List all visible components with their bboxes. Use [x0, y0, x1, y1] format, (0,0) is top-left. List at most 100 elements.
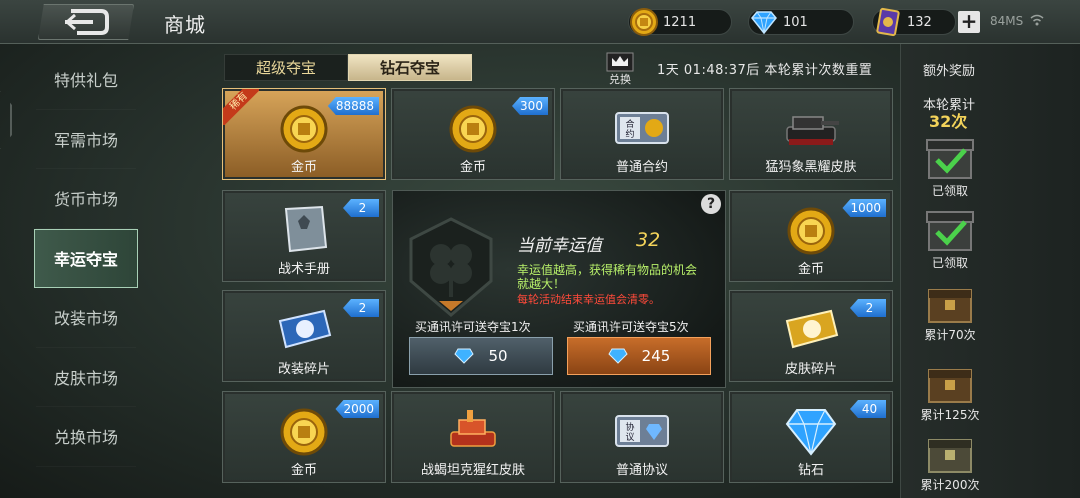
reset-timer: 1天 01:48:37后 本轮累计次数重置 [657, 63, 873, 78]
reward-label: 已领取 [931, 256, 968, 270]
chest-icon [928, 289, 972, 323]
sidebar-item-mod-market[interactable]: 改装市场 [36, 288, 136, 348]
wifi-icon [1030, 14, 1044, 26]
prize-card[interactable]: 稀有 88888 金币 [222, 88, 386, 180]
buy-once-caption: 买通讯许可送夺宝1次 [415, 320, 531, 334]
ticket-balance-value: 132 [907, 14, 932, 30]
reward-label: 累计70次 [924, 328, 976, 342]
sidebar-nav: 特供礼包 军需市场 货币市场 幸运夺宝 改装市场 皮肤市场 兑换市场 [34, 50, 138, 467]
ticket-balance: 132 [872, 7, 956, 37]
buy-five-caption: 买通讯许可送夺宝5次 [573, 320, 689, 334]
luck-description: 幸运值越高，获得稀有物品的机会就越大！ [517, 263, 698, 291]
diamond-icon [785, 409, 837, 456]
prize-card[interactable]: 1000 金币 [729, 190, 893, 282]
gold-coin-icon [630, 8, 658, 36]
sidebar-item-exchange-market[interactable]: 兑换市场 [36, 407, 136, 467]
sidebar-item-skin-market[interactable]: 皮肤市场 [36, 348, 136, 408]
prize-card[interactable]: 300 金币 [391, 88, 555, 180]
reward-chest[interactable]: 累计125次 [919, 360, 981, 423]
svg-text:协: 协 [625, 421, 634, 433]
prize-card[interactable]: 2 战术手册 [222, 190, 386, 282]
quantity-badge: 88888 [327, 97, 379, 115]
diamond-icon [454, 348, 475, 364]
luck-value: 32 [636, 229, 661, 251]
prize-name: 普通合约 [615, 160, 668, 175]
gold-balance-value: 1211 [663, 14, 697, 30]
add-currency-button[interactable]: + [958, 11, 980, 33]
chest-open-icon [926, 211, 974, 251]
prize-card[interactable]: 2000 金币 [222, 391, 386, 483]
prize-name: 皮肤碎片 [784, 362, 837, 377]
quantity-badge: 40 [850, 400, 886, 418]
gold-balance: 1211 [628, 8, 732, 36]
card-ticket-icon [876, 7, 900, 37]
mod-fragment-icon [278, 309, 332, 349]
exchange-button[interactable]: 兑换 [603, 51, 637, 86]
gold-coin-icon [280, 408, 328, 456]
prize-card[interactable]: 战蝎坦克猩红皮肤 [391, 391, 555, 483]
diamond-icon [751, 11, 777, 35]
rare-tag: 稀有 [223, 89, 259, 125]
back-arrow-icon [65, 9, 109, 35]
protocol-icon: 协 议 [615, 415, 669, 447]
sidebar-item-lucky-draw[interactable]: 幸运夺宝 [34, 228, 138, 288]
prize-name: 改装碎片 [277, 362, 330, 377]
prize-card[interactable]: 40 钻石 [729, 391, 893, 483]
page-title: 商城 [164, 13, 206, 37]
reward-chest-claimed[interactable]: 已领取 [919, 136, 981, 199]
sidebar-item-currency-market[interactable]: 货币市场 [36, 169, 136, 229]
prize-name: 金币 [290, 463, 317, 478]
svg-text:议: 议 [625, 432, 634, 443]
gold-coin-icon [787, 207, 835, 255]
svg-text:约: 约 [625, 128, 634, 140]
exchange-label: 兑换 [609, 73, 631, 86]
tab-super-draw[interactable]: 超级夺宝 [224, 54, 348, 81]
prize-name: 猛犸象黑耀皮肤 [765, 160, 857, 175]
tank-skin-red-icon [450, 410, 496, 447]
manual-book-icon [284, 205, 328, 253]
crown-icon [606, 52, 634, 72]
accumulated-count: 32次 [929, 112, 968, 131]
sidebar-item-supply-market[interactable]: 军需市场 [36, 110, 136, 170]
help-button[interactable]: ? [701, 194, 721, 214]
tank-skin-icon [786, 116, 839, 145]
skin-fragment-icon [785, 309, 839, 349]
diamond-icon [608, 348, 628, 364]
prize-card[interactable]: 2 皮肤碎片 [729, 290, 893, 382]
prize-card[interactable]: 合 约 普通合约 [560, 88, 724, 180]
reward-chest[interactable]: 累计200次 [919, 430, 981, 493]
reward-chest-claimed[interactable]: 已领取 [919, 208, 981, 271]
back-button[interactable] [38, 4, 134, 40]
reward-label: 累计125次 [920, 408, 980, 422]
luck-label: 当前幸运值 [517, 236, 602, 256]
diamond-balance-value: 101 [783, 14, 808, 30]
chest-icon [928, 369, 972, 403]
quantity-badge: 1000 [842, 199, 886, 217]
extra-reward-panel: 额外奖励 本轮累计 32次 已领取 已领取 累计70次 累计125次 累计200… [900, 44, 1080, 498]
prize-card[interactable]: 2 改装碎片 [222, 290, 386, 382]
extra-reward-title: 额外奖励 [923, 64, 976, 79]
tab-diamond-draw[interactable]: 钻石夺宝 [348, 54, 472, 81]
prize-card[interactable]: 协 议 普通协议 [560, 391, 724, 483]
clover-emblem-icon [409, 217, 493, 317]
gold-coin-icon [449, 105, 497, 153]
buy-once-button[interactable]: 50 [409, 337, 553, 375]
reward-chest[interactable]: 累计70次 [919, 280, 981, 343]
gold-coin-icon [280, 105, 328, 153]
buy-five-price: 245 [641, 347, 671, 365]
prize-name: 战蝎坦克猩红皮肤 [420, 463, 525, 478]
prize-name: 战术手册 [277, 262, 330, 277]
svg-text:合: 合 [625, 118, 634, 130]
luck-panel: ? 当前幸运值 32 幸运值越高，获得稀有物品的机会就越大！ 每轮活动结束幸运值… [392, 190, 726, 388]
prize-name: 金币 [290, 160, 317, 175]
top-bar: 商城 1211 101 132 + 84MS [0, 0, 1080, 44]
quantity-badge: 2 [850, 299, 886, 317]
luck-warning: 每轮活动结束幸运值会清零。 [517, 293, 660, 306]
buy-five-button[interactable]: 245 [567, 337, 711, 375]
reward-label: 累计200次 [920, 478, 980, 492]
sidebar-item-special-pack[interactable]: 特供礼包 [36, 50, 136, 110]
prize-name: 金币 [797, 262, 824, 277]
prize-card[interactable]: 猛犸象黑耀皮肤 [729, 88, 893, 180]
quantity-badge: 2 [343, 199, 379, 217]
chest-icon [928, 439, 972, 473]
